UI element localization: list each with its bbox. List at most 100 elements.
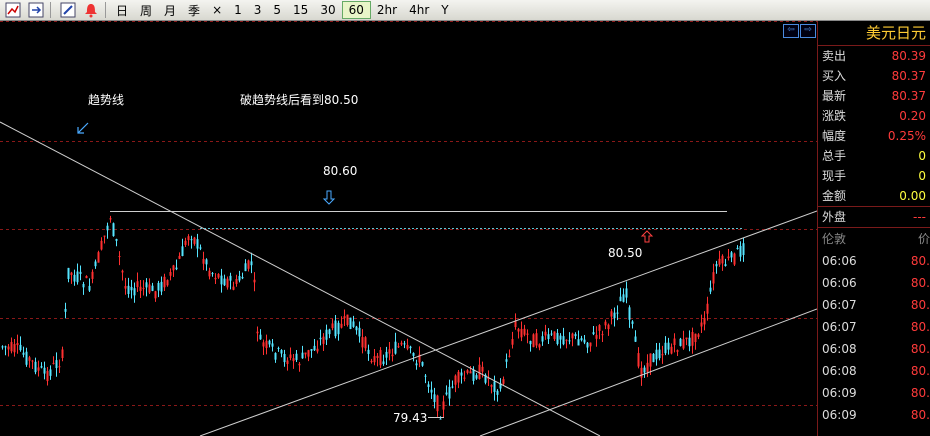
candle-body (274, 353, 277, 360)
candle-body (214, 277, 217, 280)
candle-body (355, 326, 358, 331)
candle-body (496, 390, 499, 395)
candle-body (589, 342, 592, 347)
candle-body (403, 343, 406, 345)
tick-list[interactable]: 06:06 80. 06:06 80. 06:07 80. 06:07 80. 06:08 80.… (818, 250, 930, 426)
candle-body (244, 263, 247, 272)
candle-body (574, 334, 577, 337)
candle-body (256, 331, 259, 334)
export-icon[interactable] (26, 1, 46, 19)
candle-body (268, 340, 271, 345)
candle-body (709, 287, 712, 292)
candle-body (103, 235, 106, 237)
candle-body (325, 329, 328, 340)
candle-body (199, 247, 202, 249)
candle-body (640, 367, 643, 378)
candle-body (79, 271, 82, 274)
candle-body (544, 331, 547, 336)
tick-time: 06:09 (822, 408, 857, 422)
tick-time: 06:06 (822, 254, 857, 268)
candle-body (466, 370, 469, 373)
candle-body (340, 323, 343, 328)
scroll-right-button[interactable]: ⇨ (800, 24, 816, 38)
candle-body (595, 334, 598, 339)
quote-label: 卖出 (822, 49, 847, 63)
candle-body (151, 285, 154, 291)
candle-body (424, 375, 427, 377)
candle-body (502, 379, 505, 384)
quote-row: 卖出 80.39 (818, 46, 930, 66)
period-tab[interactable]: 2hr (371, 1, 403, 19)
period-tab[interactable]: 季 (182, 1, 206, 19)
candle-body (604, 321, 607, 326)
chart-type-icon[interactable] (3, 1, 23, 19)
candle-body (508, 355, 511, 357)
candle-body (514, 320, 517, 328)
candle-body (610, 311, 613, 317)
candle-body (322, 336, 325, 344)
candle-body (565, 339, 568, 341)
tick-header-time: 伦敦 (822, 232, 847, 246)
candle-body (346, 314, 349, 325)
candle-body (40, 366, 43, 368)
candle-body (193, 237, 196, 244)
period-tab[interactable]: 15 (287, 1, 314, 19)
candle-body (649, 353, 652, 367)
candle-body (334, 320, 337, 337)
period-tab[interactable]: 日 (110, 1, 134, 19)
tick-row: 06:08 80. (818, 338, 930, 360)
period-tab[interactable]: 3 (248, 1, 268, 19)
candle-body (70, 272, 73, 275)
candle-body (556, 332, 559, 344)
period-tab[interactable]: × (206, 1, 228, 19)
candle-body (58, 366, 61, 368)
period-tab[interactable]: 月 (158, 1, 182, 19)
quote-row: 买入 80.37 (818, 66, 930, 86)
candle-body (454, 375, 457, 385)
candle-body (160, 281, 163, 292)
candle-body (601, 334, 604, 336)
candle-body (685, 337, 688, 340)
period-tab[interactable]: 60 (341, 1, 371, 19)
candle-body (304, 352, 307, 355)
candle-body (142, 288, 145, 290)
candle-body (124, 285, 127, 289)
down-arrow-icon (322, 190, 336, 205)
candle-body (535, 333, 538, 346)
scroll-left-button[interactable]: ⇦ (783, 24, 799, 38)
candle-body (409, 346, 412, 349)
candle-body (277, 347, 280, 349)
candle-body (592, 332, 595, 335)
candle-body (400, 342, 403, 345)
lower-channel-line (479, 308, 817, 436)
quote-value: 0.25% (887, 129, 926, 143)
period-tab[interactable]: 30 (314, 1, 341, 19)
period-tab[interactable]: 4hr (403, 1, 435, 19)
tick-header: 伦敦 价 (818, 227, 930, 250)
candle-body (655, 349, 658, 360)
alert-bell-icon[interactable] (81, 1, 101, 19)
period-tab[interactable]: 1 (228, 1, 248, 19)
period-tab[interactable]: Y (435, 1, 454, 19)
candle-body (517, 328, 520, 332)
price-chart[interactable]: 趋势线 破趋势线后看到80.50 80.60 80.50 79.43 (0, 21, 817, 436)
candle-body (700, 322, 703, 327)
candle-body (379, 350, 382, 366)
quote-row: 现手 0 (818, 166, 930, 186)
candle-body (133, 288, 136, 296)
candle-body (562, 336, 565, 345)
candle-body (121, 270, 124, 273)
candle-body (505, 359, 508, 362)
period-tab[interactable]: 5 (267, 1, 287, 19)
trendline-arrow-icon (77, 122, 89, 134)
period-tab[interactable]: 周 (134, 1, 158, 19)
candle-body (88, 285, 91, 291)
candle-body (670, 346, 673, 354)
candle-body (598, 325, 601, 331)
quote-row: 最新 80.37 (818, 86, 930, 106)
candle-body (37, 367, 40, 371)
draw-tool-icon[interactable] (58, 1, 78, 19)
quote-row: 涨跌 0.20 (818, 106, 930, 126)
candle-body (493, 381, 496, 392)
candle-body (427, 384, 430, 387)
